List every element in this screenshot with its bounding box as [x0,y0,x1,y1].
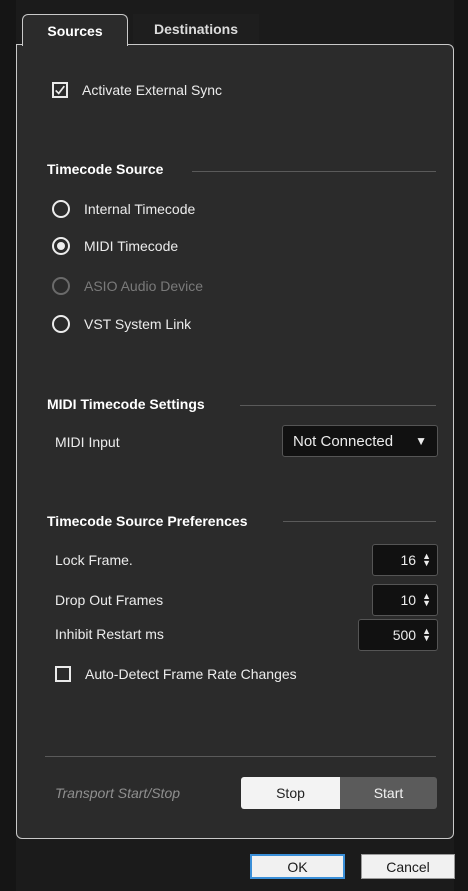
timecode-source-separator [192,171,436,172]
auto-detect-checkbox[interactable] [55,666,71,682]
lock-frame-label: Lock Frame. [55,552,133,568]
radio-vst-system-link[interactable]: VST System Link [52,315,191,333]
radio-selected-icon[interactable] [52,237,70,255]
midi-input-label: MIDI Input [55,434,120,450]
transport-label-text: Transport Start/Stop [55,785,181,801]
start-button[interactable]: Start [340,777,437,809]
radio-midi-timecode[interactable]: MIDI Timecode [52,237,178,255]
radio-label: ASIO Audio Device [84,278,204,294]
radio-internal-timecode[interactable]: Internal Timecode [52,200,195,218]
activate-sync-row[interactable]: Activate External Sync [52,82,222,98]
midi-input-label-text: MIDI Input [55,434,120,450]
inhibit-restart-label: Inhibit Restart ms [55,626,164,642]
activate-sync-label: Activate External Sync [82,82,223,98]
timecode-source-title: Timecode Source [47,161,164,177]
chevron-down-icon: ▼ [415,434,427,448]
radio-asio-audio-device: ASIO Audio Device [52,277,203,295]
radio-label: Internal Timecode [84,201,196,217]
right-edge [454,0,468,891]
tab-sources[interactable]: Sources [22,14,128,46]
spin-arrows-icon[interactable]: ▲ ▼ [422,552,431,568]
tab-destinations[interactable]: Destinations [133,14,259,44]
inhibit-restart-spinner[interactable]: 500 ▲ ▼ [358,619,438,651]
inhibit-restart-value: 500 [392,627,417,643]
ok-button[interactable]: OK [250,854,345,879]
radio-icon[interactable] [52,315,70,333]
drop-out-label: Drop Out Frames [55,592,163,608]
midi-settings-separator [240,405,436,406]
inhibit-restart-label-text: Inhibit Restart ms [55,626,164,642]
midi-input-dropdown[interactable]: Not Connected ▼ [282,425,438,457]
preferences-separator [283,521,436,522]
spin-arrows-icon[interactable]: ▲ ▼ [422,627,431,643]
auto-detect-row[interactable]: Auto-Detect Frame Rate Changes [55,666,297,682]
preferences-title: Timecode Source Preferences [47,513,248,529]
lock-frame-label-text: Lock Frame. [55,552,133,568]
transport-separator [45,756,436,757]
radio-label: VST System Link [84,316,192,332]
radio-label: MIDI Timecode [84,238,179,254]
transport-label: Transport Start/Stop [55,785,180,801]
radio-icon[interactable] [52,200,70,218]
drop-out-value: 10 [400,592,417,608]
spin-arrows-icon[interactable]: ▲ ▼ [422,592,431,608]
drop-out-spinner[interactable]: 10 ▲ ▼ [372,584,438,616]
left-edge [0,0,16,891]
lock-frame-spinner[interactable]: 16 ▲ ▼ [372,544,438,576]
check-icon [55,85,65,95]
midi-settings-title: MIDI Timecode Settings [47,396,205,412]
cancel-button[interactable]: Cancel [361,854,455,879]
radio-disabled-icon [52,277,70,295]
activate-sync-checkbox[interactable] [52,82,68,98]
midi-input-value: Not Connected [293,432,394,450]
lock-frame-value: 16 [400,552,417,568]
stop-button[interactable]: Stop [241,777,340,809]
auto-detect-label: Auto-Detect Frame Rate Changes [85,666,297,682]
drop-out-label-text: Drop Out Frames [55,592,164,608]
